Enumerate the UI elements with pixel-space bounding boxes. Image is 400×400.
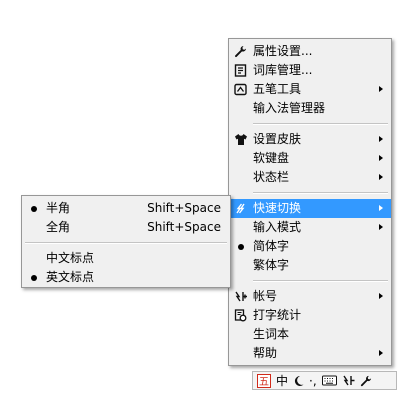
menu-item-dictionary[interactable]: 词库管理... — [229, 61, 391, 80]
submenu-arrow-icon — [379, 205, 383, 211]
half-width-moon-icon[interactable] — [293, 373, 304, 389]
stats-icon — [233, 308, 248, 323]
menu-item-traditional[interactable]: 繁体字 — [229, 256, 391, 275]
menu-item-label: 五笔工具 — [253, 82, 302, 96]
menu-item-properties[interactable]: 属性设置... — [229, 42, 391, 61]
wrench-icon — [233, 44, 248, 59]
submenu-item-label: 中文标点 — [46, 251, 95, 265]
shirt-icon — [233, 132, 248, 147]
submenu-arrow-icon — [379, 174, 383, 180]
wrench-icon[interactable] — [360, 373, 372, 389]
submenu-arrow-icon — [379, 155, 383, 161]
menu-item-soft-keyboard[interactable]: 软键盘 — [229, 149, 391, 168]
switch-icon[interactable] — [342, 373, 355, 389]
submenu-item-label: 英文标点 — [46, 270, 95, 284]
menu-item-label: 快速切换 — [253, 201, 302, 215]
switch-icon — [233, 201, 248, 216]
submenu-item-half-width[interactable]: 半角 Shift+Space — [22, 199, 230, 218]
punctuation-icon[interactable]: ·, — [309, 373, 317, 389]
menu-item-label: 帮助 — [253, 346, 278, 360]
context-menu: 属性设置... 词库管理... 五笔工具 输入法管理器 设置皮肤 软键盘 状态栏 — [228, 38, 392, 366]
submenu-item-label: 半角 — [46, 201, 71, 215]
account-icon — [233, 289, 248, 304]
wubi-logo-icon[interactable]: 五 — [257, 373, 271, 389]
submenu-arrow-icon — [379, 293, 383, 299]
submenu-item-english-punct[interactable]: 英文标点 — [22, 268, 230, 287]
dictionary-icon — [233, 63, 248, 78]
checked-dot-icon — [233, 239, 248, 254]
menu-item-label: 简体字 — [253, 239, 290, 253]
menu-item-simplified[interactable]: 简体字 — [229, 237, 391, 256]
menu-separator — [25, 242, 227, 244]
menu-item-label: 生词本 — [253, 327, 290, 341]
submenu-arrow-icon — [379, 86, 383, 92]
menu-item-ime-manager[interactable]: 输入法管理器 — [229, 99, 391, 118]
menu-item-vocabulary[interactable]: 生词本 — [229, 325, 391, 344]
menu-item-account[interactable]: 帐号 — [229, 287, 391, 306]
menu-item-wubi-tools[interactable]: 五笔工具 — [229, 80, 391, 99]
menu-item-quick-switch[interactable]: 快速切换 — [229, 199, 391, 218]
submenu-arrow-icon — [379, 224, 383, 230]
menu-item-label: 软键盘 — [253, 151, 290, 165]
menu-item-status-bar[interactable]: 状态栏 — [229, 168, 391, 187]
submenu-item-chinese-punct[interactable]: 中文标点 — [22, 249, 230, 268]
menu-item-label: 属性设置... — [253, 44, 313, 58]
menu-item-label: 繁体字 — [253, 258, 290, 272]
ime-status-bar: 五 中 ·, — [252, 371, 397, 390]
menu-item-label: 输入模式 — [253, 220, 302, 234]
svg-text:五: 五 — [259, 377, 269, 388]
menu-item-help[interactable]: 帮助 — [229, 344, 391, 363]
menu-item-label: 输入法管理器 — [253, 101, 326, 115]
menu-item-label: 帐号 — [253, 289, 278, 303]
menu-separator — [253, 123, 388, 125]
checked-dot-icon — [31, 206, 37, 212]
quick-switch-submenu: 半角 Shift+Space 全角 Shift+Space 中文标点 英文标点 — [21, 195, 231, 288]
shortcut-text: Shift+Space — [147, 201, 221, 215]
menu-item-label: 状态栏 — [253, 170, 290, 184]
menu-separator — [253, 192, 388, 194]
submenu-item-full-width[interactable]: 全角 Shift+Space — [22, 218, 230, 237]
menu-item-skin[interactable]: 设置皮肤 — [229, 130, 391, 149]
menu-item-label: 词库管理... — [253, 63, 313, 77]
submenu-item-label: 全角 — [46, 220, 71, 234]
chinese-mode-toggle[interactable]: 中 — [276, 373, 288, 389]
wubi-tool-icon — [233, 82, 248, 97]
menu-separator — [253, 280, 388, 282]
menu-item-typing-stats[interactable]: 打字统计 — [229, 306, 391, 325]
menu-item-input-mode[interactable]: 输入模式 — [229, 218, 391, 237]
keyboard-icon[interactable] — [321, 373, 337, 389]
shortcut-text: Shift+Space — [147, 220, 221, 234]
menu-item-label: 设置皮肤 — [253, 132, 302, 146]
checked-dot-icon — [31, 275, 37, 281]
submenu-arrow-icon — [379, 350, 383, 356]
menu-item-label: 打字统计 — [253, 308, 302, 322]
submenu-arrow-icon — [379, 136, 383, 142]
